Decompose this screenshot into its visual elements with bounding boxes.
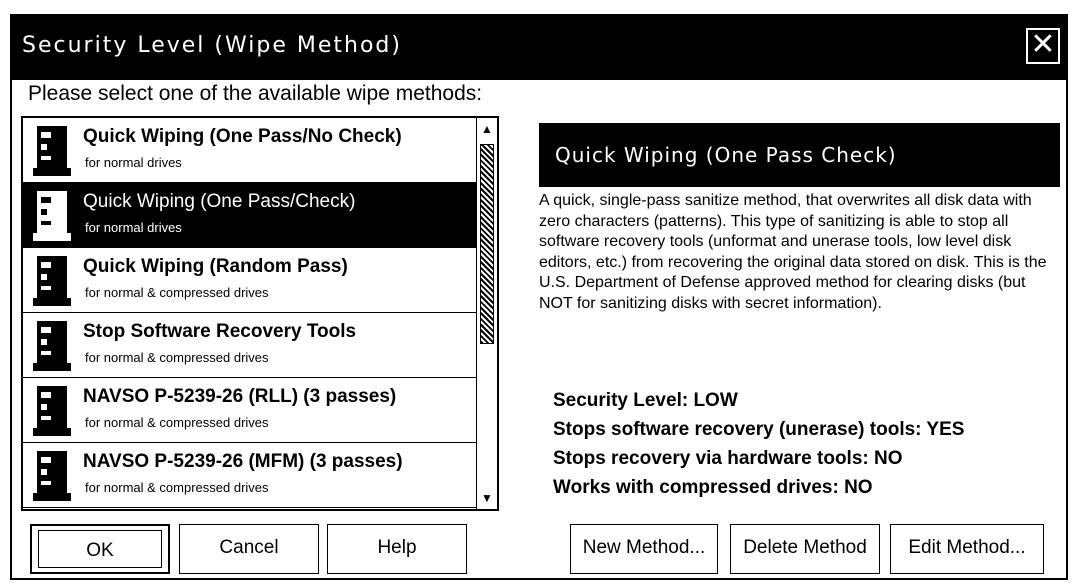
list-scrollbar[interactable]: ▲ ▼	[476, 118, 497, 509]
scroll-thumb[interactable]	[480, 144, 494, 344]
wipe-method-title: Quick Wiping (One Pass/Check)	[83, 191, 356, 212]
wipe-method-subtitle: for normal & compressed drives	[85, 350, 269, 365]
scroll-up-icon[interactable]: ▲	[479, 120, 495, 138]
drive-icon	[33, 451, 71, 501]
wipe-method-title: Quick Wiping (Random Pass)	[83, 256, 348, 277]
drive-icon	[33, 191, 71, 241]
new-method-button[interactable]: New Method...	[570, 524, 718, 574]
instruction-text: Please select one of the available wipe …	[28, 82, 483, 105]
method-facts: Security Level: LOW Stops software recov…	[553, 386, 964, 502]
ok-button-label: OK	[38, 530, 162, 568]
wipe-method-item[interactable]: Quick Wiping (One Pass/No Check) for norm…	[23, 118, 479, 183]
wipe-method-subtitle: for normal drives	[85, 155, 182, 170]
wipe-method-item[interactable]: Stop Software Recovery Tools for normal &…	[23, 313, 479, 378]
wipe-method-title: NAVSO P-5239-26 (RLL) (3 passes)	[83, 386, 397, 407]
wipe-method-subtitle: for normal & compressed drives	[85, 285, 269, 300]
help-button[interactable]: Help	[327, 524, 467, 574]
wipe-method-item[interactable]: Quick Wiping (One Pass/Check) for normal …	[23, 183, 479, 248]
wipe-method-item[interactable]: NAVSO P-5239-26 (MFM) (3 passes) for norm…	[23, 443, 479, 508]
cancel-button[interactable]: Cancel	[179, 524, 319, 574]
wipe-method-subtitle: for normal & compressed drives	[85, 480, 269, 495]
detail-title: Quick Wiping (One Pass Check)	[555, 143, 897, 167]
fact-compressed-drives: Works with compressed drives: NO	[553, 477, 873, 498]
drive-icon	[33, 321, 71, 371]
wipe-method-item[interactable]: NAVSO P-5239-26 (RLL) (3 passes) for norm…	[23, 378, 479, 443]
close-button[interactable]: ✕	[1026, 28, 1060, 64]
wipe-method-subtitle: for normal drives	[85, 220, 182, 235]
drive-icon	[33, 386, 71, 436]
method-description: A quick, single-pass sanitize method, th…	[539, 192, 1047, 312]
delete-method-button[interactable]: Delete Method	[730, 524, 880, 574]
window-title: Security Level (Wipe Method)	[22, 33, 402, 58]
fact-software-recovery: Stops software recovery (unerase) tools:…	[553, 419, 965, 440]
drive-icon	[33, 256, 71, 306]
title-bar: Security Level (Wipe Method) ✕	[12, 16, 1066, 80]
scroll-down-icon[interactable]: ▼	[479, 489, 495, 507]
wipe-method-title: NAVSO P-5239-26 (MFM) (3 passes)	[83, 451, 403, 472]
wipe-method-item[interactable]: Quick Wiping (Random Pass) for normal & c…	[23, 248, 479, 313]
drive-icon	[33, 126, 71, 176]
ok-button[interactable]: OK	[30, 524, 170, 574]
edit-method-button[interactable]: Edit Method...	[890, 524, 1044, 574]
fact-security-level: Security Level: LOW	[553, 390, 738, 411]
wipe-method-dialog: Security Level (Wipe Method) ✕ Please se…	[10, 14, 1068, 580]
detail-header: Quick Wiping (One Pass Check)	[539, 123, 1060, 187]
wipe-method-list[interactable]: Quick Wiping (One Pass/No Check) for norm…	[21, 116, 499, 511]
wipe-method-title: Stop Software Recovery Tools	[83, 321, 357, 342]
wipe-method-title: Quick Wiping (One Pass/No Check)	[83, 126, 402, 147]
wipe-method-subtitle: for normal & compressed drives	[85, 415, 269, 430]
fact-hardware-recovery: Stops recovery via hardware tools: NO	[553, 448, 903, 469]
